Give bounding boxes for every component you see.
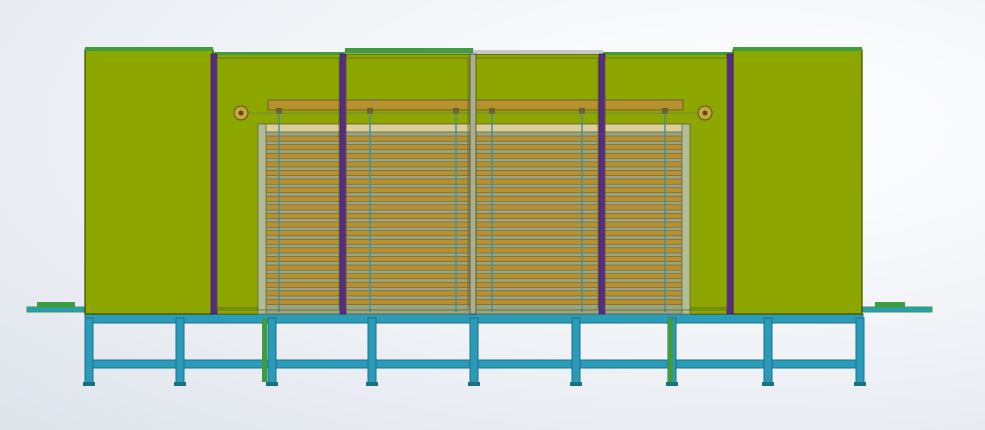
door-post (726, 53, 734, 315)
leg-foot (570, 382, 582, 386)
rack-left-post (257, 123, 267, 315)
base-leg (571, 317, 581, 385)
right-pulley-icon (697, 105, 713, 121)
leg-foot (468, 382, 480, 386)
right-plate-lip (875, 302, 905, 307)
door-post (339, 53, 347, 315)
pulley-hub (238, 110, 244, 116)
left-pulley-icon (233, 105, 249, 121)
base-leg (267, 317, 277, 385)
pulley-hub (702, 110, 708, 116)
cad-viewport[interactable] (0, 0, 985, 430)
support-post (262, 318, 267, 382)
right-side-plate (861, 306, 933, 313)
support-post (668, 318, 673, 382)
rack-right-post (681, 123, 691, 315)
base-leg (84, 317, 94, 385)
leg-foot (266, 382, 278, 386)
right-top-trim (733, 47, 862, 51)
door-post (469, 53, 477, 315)
base-leg (855, 317, 865, 385)
left-plate-lip (37, 302, 75, 307)
leg-foot (366, 382, 378, 386)
mid-top-trim-grey (473, 50, 603, 54)
leg-foot (666, 382, 678, 386)
door-post (598, 53, 606, 315)
base-leg (175, 317, 185, 385)
left-end-box (84, 49, 214, 315)
right-inner-trim (603, 52, 733, 55)
left-side-plate (26, 306, 88, 313)
mid-top-trim (345, 48, 473, 53)
leg-foot (762, 382, 774, 386)
left-top-trim (85, 47, 213, 51)
door-post (210, 53, 218, 315)
base-leg (367, 317, 377, 385)
leg-foot (83, 382, 95, 386)
base-leg (469, 317, 479, 385)
base-leg (763, 317, 773, 385)
leg-foot (174, 382, 186, 386)
left-inner-trim (213, 52, 345, 55)
dryer-machine-model[interactable] (0, 0, 985, 430)
right-end-box (732, 49, 863, 315)
leg-foot (854, 382, 866, 386)
